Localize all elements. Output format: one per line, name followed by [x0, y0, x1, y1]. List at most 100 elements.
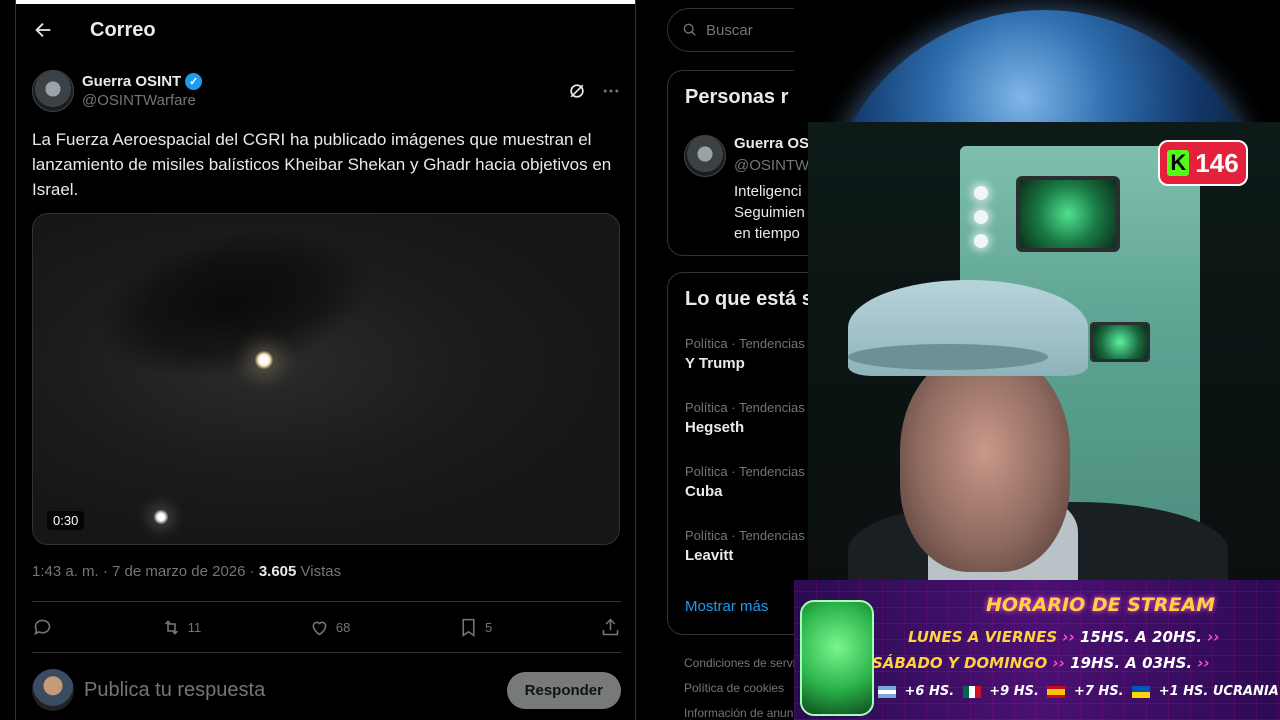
timezone-offset: +7 HS.: [1073, 684, 1124, 699]
weekday-end: 20HS.: [1152, 628, 1202, 646]
missile-glow-secondary: [154, 510, 168, 524]
trend-name: Cuba: [685, 483, 723, 500]
retweet-action[interactable]: 11: [161, 617, 202, 638]
reply-action[interactable]: [32, 617, 53, 638]
cap-brim: [848, 344, 1048, 370]
double-chevron-icon: ››: [1197, 654, 1210, 672]
radar-screen-small: [1090, 322, 1150, 362]
author-name[interactable]: Guerra OSINT: [82, 73, 181, 90]
console-lamp: [974, 234, 988, 248]
viewer-count-badge: K 146: [1158, 140, 1248, 186]
meta-separator: ·: [102, 563, 108, 580]
trend-item[interactable]: Política · Tendencias Hegseth: [685, 400, 805, 436]
main-column: Correo Guerra OSINT ✓ @OSINTWarfare La F…: [15, 0, 636, 720]
schedule-row-weekdays: LUNES A VIERNES ›› 15HS. A 20HS. ››: [908, 628, 1220, 646]
weekend-a: A: [1125, 654, 1137, 672]
video-duration: 0:30: [47, 511, 85, 530]
bookmark-action[interactable]: 5: [458, 617, 492, 638]
back-button[interactable]: [16, 4, 70, 56]
author-actions: [567, 81, 621, 101]
viewer-count: 146: [1195, 147, 1239, 178]
trends-title: Lo que está s: [685, 288, 812, 310]
trend-category: Política · Tendencias: [685, 528, 805, 543]
reply-input[interactable]: Publica tu respuesta: [84, 679, 265, 702]
user-avatar[interactable]: [32, 669, 74, 711]
trend-category: Política · Tendencias: [685, 336, 805, 351]
tweet-text: La Fuerza Aeroespacial del CGRI ha publi…: [32, 130, 612, 199]
trend-item[interactable]: Política · Tendencias Cuba: [685, 464, 805, 500]
timezone-offset: +9 HS.: [989, 684, 1039, 699]
trend-category: Política · Tendencias: [685, 400, 805, 415]
tweet-time[interactable]: 1:43 a. m.: [32, 563, 99, 580]
schedule-row-weekend: SÁBADO Y DOMINGO ›› 19HS. A 03HS. ››: [872, 654, 1210, 672]
tweet-author: Guerra OSINT ✓ @OSINTWarfare: [32, 70, 621, 112]
retweet-count: 11: [187, 619, 202, 635]
trend-name: Hegseth: [685, 419, 745, 436]
right-sidebar: Buscar Personas r Guerra OS @OSINTW Inte…: [652, 0, 812, 720]
trend-category: Política · Tendencias: [685, 464, 805, 479]
trend-item[interactable]: Política · Tendencias Leavitt: [685, 528, 805, 564]
footer-link-cookies[interactable]: Política de cookies: [684, 681, 784, 695]
person-avatar[interactable]: [684, 135, 726, 177]
video-smoke: [81, 214, 385, 402]
trend-item[interactable]: Política · Tendencias Y Trump: [685, 336, 805, 372]
verified-badge-icon: ✓: [185, 73, 203, 90]
tweet-date[interactable]: 7 de marzo de 2026: [112, 563, 245, 580]
earth-globe: [824, 10, 1264, 122]
heart-icon: [312, 621, 327, 635]
page-title: Correo: [90, 18, 156, 41]
weekday-start: 15HS.: [1080, 628, 1130, 646]
show-more-link[interactable]: Mostrar más: [685, 598, 768, 615]
timezone-offset: +1 HS. UCRANIA: [1158, 684, 1279, 699]
timezone-row: +6 HS. +9 HS. +7 HS. +1 HS. UCRANIA: [874, 684, 1279, 699]
footer-link-ads-info[interactable]: Información de anunc: [684, 706, 799, 720]
weekend-end: 03HS.: [1142, 654, 1193, 672]
reply-button[interactable]: Responder: [506, 671, 621, 709]
search-input[interactable]: Buscar: [667, 8, 812, 52]
argentina-flag-icon: [878, 685, 896, 698]
bookmark-icon: [462, 618, 475, 637]
radar-screen: [1016, 176, 1120, 252]
share-icon: [602, 618, 619, 635]
reply-composer: Publica tu respuesta Responder: [32, 667, 621, 713]
timezone-offset: +6 HS.: [904, 684, 955, 699]
like-count: 68: [335, 619, 351, 635]
trend-name: Y Trump: [685, 355, 745, 372]
author-text: Guerra OSINT ✓ @OSINTWarfare: [82, 73, 203, 109]
tweet-meta: 1:43 a. m. · 7 de marzo de 2026 · 3.605 …: [32, 563, 341, 580]
grok-icon[interactable]: [567, 81, 587, 101]
kick-logo-icon: K: [1167, 150, 1190, 176]
tweet-actions: 11 68 5: [32, 601, 621, 653]
missile-glow: [255, 351, 273, 369]
author-avatar[interactable]: [32, 70, 74, 112]
views-count: 3.605: [258, 563, 297, 580]
mascot-bottle: [800, 600, 874, 716]
globe-background: [794, 0, 1280, 122]
people-title: Personas r: [685, 86, 789, 108]
footer-link-terms[interactable]: Condiciones de servi: [684, 656, 795, 670]
double-chevron-icon: ››: [1207, 628, 1220, 646]
author-name-row: Guerra OSINT ✓: [82, 73, 203, 90]
reply-icon: [34, 619, 51, 635]
search-placeholder: Buscar: [706, 21, 753, 39]
share-action[interactable]: [600, 617, 621, 638]
streamer-face: [900, 352, 1070, 572]
relevant-people-card: Personas r Guerra OS @OSINTW Inteligenci…: [667, 70, 812, 256]
ukraine-flag-icon: [1132, 685, 1151, 698]
weekend-start: 19HS.: [1070, 654, 1121, 672]
more-icon[interactable]: [601, 81, 621, 101]
double-chevron-icon: ››: [1062, 628, 1080, 646]
trend-name: Leavitt: [685, 547, 734, 564]
author-handle[interactable]: @OSINTWarfare: [82, 92, 202, 109]
stream-overlay: K 146 HORARIO DE STREAM LUNES A VIERNES …: [794, 0, 1280, 720]
webcam-feed: [808, 122, 1280, 580]
views-label: Vistas: [300, 563, 342, 580]
weekday-label: LUNES A VIERNES: [908, 628, 1058, 646]
like-action[interactable]: 68: [309, 617, 350, 638]
retweet-icon: [164, 619, 178, 635]
header: Correo: [16, 4, 635, 56]
weekend-label: SÁBADO Y DOMINGO: [872, 654, 1048, 672]
trends-card: Lo que está s Política · Tendencias Y Tr…: [667, 272, 812, 635]
console-lamp: [974, 210, 988, 224]
tweet-video[interactable]: 0:30: [32, 213, 620, 545]
